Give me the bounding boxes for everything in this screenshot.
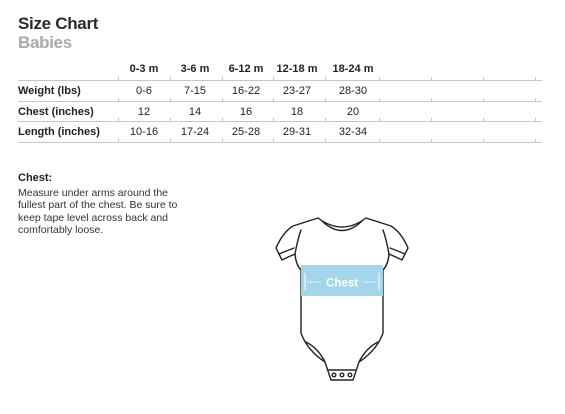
chest-measure-label: Chest bbox=[326, 278, 358, 290]
onesie-neckline bbox=[321, 220, 363, 232]
onesie-illustration: Chest bbox=[275, 217, 409, 381]
table-cell: 12 bbox=[137, 106, 151, 118]
chart-subtitle: Babies bbox=[18, 33, 72, 52]
table-cell: 18 bbox=[290, 106, 304, 118]
onesie-sleeve-hem bbox=[278, 247, 295, 255]
table-cell: 17-24 bbox=[180, 126, 210, 138]
table-divider bbox=[18, 142, 542, 143]
table-cell: 16 bbox=[239, 106, 253, 118]
table-divider bbox=[18, 80, 542, 81]
table-cell: 7-15 bbox=[183, 85, 207, 97]
row-label-chest: Chest (inches) bbox=[18, 106, 94, 118]
table-divider bbox=[18, 121, 542, 122]
table-cell: 16-22 bbox=[231, 85, 261, 97]
chest-note-heading: Chest: bbox=[18, 172, 53, 184]
onesie-sleeve-seam bbox=[294, 229, 302, 255]
table-cell: 10-16 bbox=[129, 126, 159, 138]
chart-title: Size Chart bbox=[18, 14, 99, 33]
table-divider bbox=[18, 101, 542, 102]
onesie-sleeve-hem bbox=[389, 247, 406, 255]
table-cell: 23-27 bbox=[282, 85, 312, 97]
column-header-12-18m: 12-18 m bbox=[276, 63, 318, 75]
chest-note-text: Measure under arms around the fullest pa… bbox=[18, 187, 178, 237]
row-label-weight: Weight (lbs) bbox=[18, 85, 81, 97]
table-cell: 25-28 bbox=[231, 126, 261, 138]
table-cell: 20 bbox=[346, 106, 360, 118]
column-header-6-12m: 6-12 m bbox=[228, 63, 264, 75]
table-cell: 14 bbox=[188, 106, 202, 118]
column-header-18-24m: 18-24 m bbox=[332, 63, 374, 75]
table-cell: 29-31 bbox=[282, 126, 312, 138]
column-header-0-3m: 0-3 m bbox=[129, 63, 159, 75]
onesie-outline bbox=[275, 217, 409, 381]
table-cell: 32-34 bbox=[338, 126, 368, 138]
onesie-sleeve-seam bbox=[382, 229, 390, 255]
row-label-length: Length (inches) bbox=[18, 126, 100, 138]
onesie-leg-opening bbox=[305, 341, 326, 363]
column-header-3-6m: 3-6 m bbox=[180, 63, 210, 75]
onesie-leg-opening bbox=[358, 341, 379, 363]
table-cell: 28-30 bbox=[338, 85, 368, 97]
table-cell: 0-6 bbox=[136, 85, 152, 97]
